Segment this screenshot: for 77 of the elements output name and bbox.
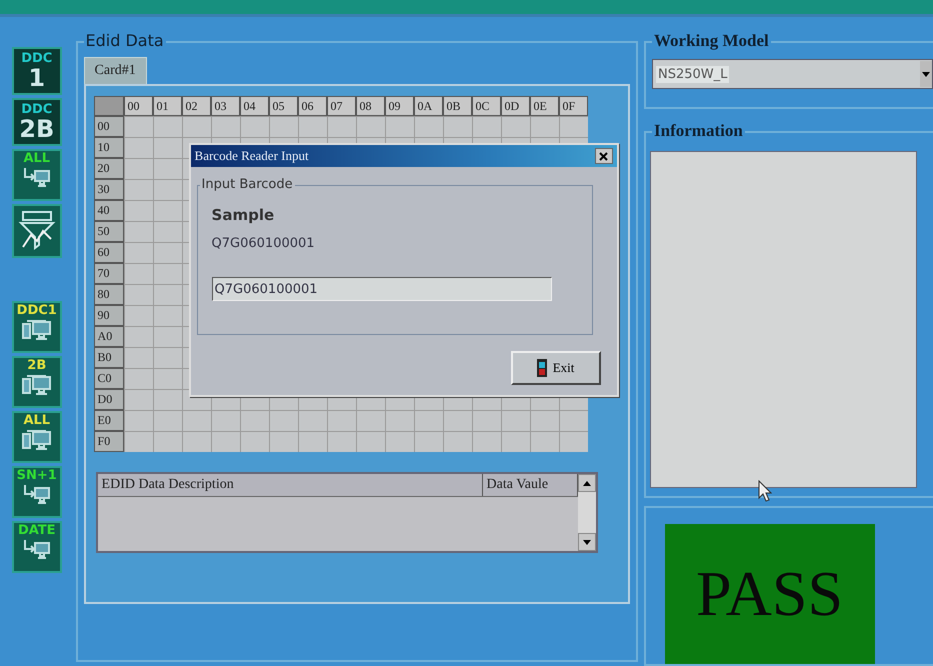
column-header: 04 <box>240 96 269 116</box>
sample-value: Q7G060100001 <box>212 236 316 251</box>
funnel-graph-icon <box>16 209 57 253</box>
caret-icon <box>922 72 930 76</box>
column-header: 05 <box>268 96 298 116</box>
toolbar-button[interactable]: DDC1 <box>12 301 62 353</box>
header-corner <box>94 96 124 116</box>
toolbar-label: 2B <box>27 359 46 373</box>
toolbar-label: ALL <box>23 414 50 428</box>
row-header: 20 <box>94 158 124 179</box>
result-indicator: PASS <box>664 524 874 664</box>
toolbar-label: ALL <box>23 152 50 166</box>
door-icon <box>536 359 547 377</box>
row-header: 60 <box>94 242 124 263</box>
group-title: Working Model <box>652 31 771 51</box>
model-dropdown[interactable]: NS250W_L <box>652 59 933 89</box>
row-header: 90 <box>94 305 124 326</box>
column-header: 02 <box>182 96 211 116</box>
exit-button[interactable]: Exit <box>510 351 601 385</box>
list-header[interactable]: Data Vaule <box>482 474 578 496</box>
row-header: D0 <box>94 389 124 410</box>
row-header: 80 <box>94 284 124 305</box>
toolbar-button[interactable]: DDC 2B <box>12 98 62 146</box>
arrow-monitor-icon <box>22 483 52 505</box>
column-header: 0E <box>530 96 559 116</box>
tab[interactable]: Card#1 <box>84 57 147 84</box>
toolbar-label: DDC <box>21 103 52 117</box>
column-header: 0C <box>472 96 501 116</box>
column-header: 00 <box>124 96 153 116</box>
list-header[interactable]: EDID Data Description <box>98 474 483 496</box>
cursor-icon <box>758 480 772 502</box>
group-title: Input Barcode <box>200 177 295 192</box>
close-button[interactable] <box>594 148 613 164</box>
column-header: 01 <box>152 96 182 116</box>
row-header: E0 <box>94 410 124 431</box>
column-header: 07 <box>326 96 356 116</box>
phone-monitor-icon <box>20 373 53 397</box>
row-header: 10 <box>94 137 124 158</box>
arrow-monitor-icon <box>22 538 52 560</box>
row-header: C0 <box>94 368 124 389</box>
dialog-title: Barcode Reader Input <box>194 148 309 164</box>
toolbar-button[interactable] <box>12 204 62 258</box>
row-header: 50 <box>94 221 124 242</box>
phone-monitor-icon <box>20 428 53 452</box>
column-header: 0D <box>500 96 530 116</box>
column-header: 0F <box>558 96 588 116</box>
arrow-monitor-icon <box>22 166 52 188</box>
toolbar-label: SN+1 <box>16 469 57 483</box>
toolbar-button[interactable]: 2B <box>12 356 62 408</box>
close-icon <box>599 152 608 160</box>
phone-monitor-icon <box>20 318 53 342</box>
row-header: F0 <box>94 431 124 452</box>
row-header: 00 <box>94 116 124 137</box>
toolbar-button[interactable]: DDC 1 <box>12 47 62 95</box>
toolbar-button[interactable]: ALL <box>12 411 62 463</box>
row-header: 70 <box>94 263 124 284</box>
scrollbar[interactable] <box>578 474 596 551</box>
toolbar-button[interactable]: SN+1 <box>12 466 62 518</box>
row-header: B0 <box>94 347 124 368</box>
row-header: 40 <box>94 200 124 221</box>
column-header: 08 <box>356 96 385 116</box>
row-header: 30 <box>94 179 124 200</box>
up-arrow-icon <box>582 480 591 486</box>
barcode-input[interactable]: Q7G060100001 <box>212 277 552 301</box>
column-header: 03 <box>210 96 240 116</box>
column-header: 06 <box>298 96 327 116</box>
column-header: 09 <box>384 96 414 116</box>
row-header: A0 <box>94 326 124 347</box>
toolbar-label: DATE <box>18 524 56 538</box>
toolbar-button[interactable]: DATE <box>12 521 62 573</box>
down-arrow-icon <box>582 540 591 544</box>
column-header: 0B <box>442 96 472 116</box>
toolbar-button[interactable]: ALL <box>12 149 62 201</box>
toolbar-label: DDC1 <box>16 304 57 318</box>
sample-label: Sample <box>212 206 276 224</box>
toolbar-label: DDC <box>21 52 52 66</box>
column-header: 0A <box>414 96 443 116</box>
